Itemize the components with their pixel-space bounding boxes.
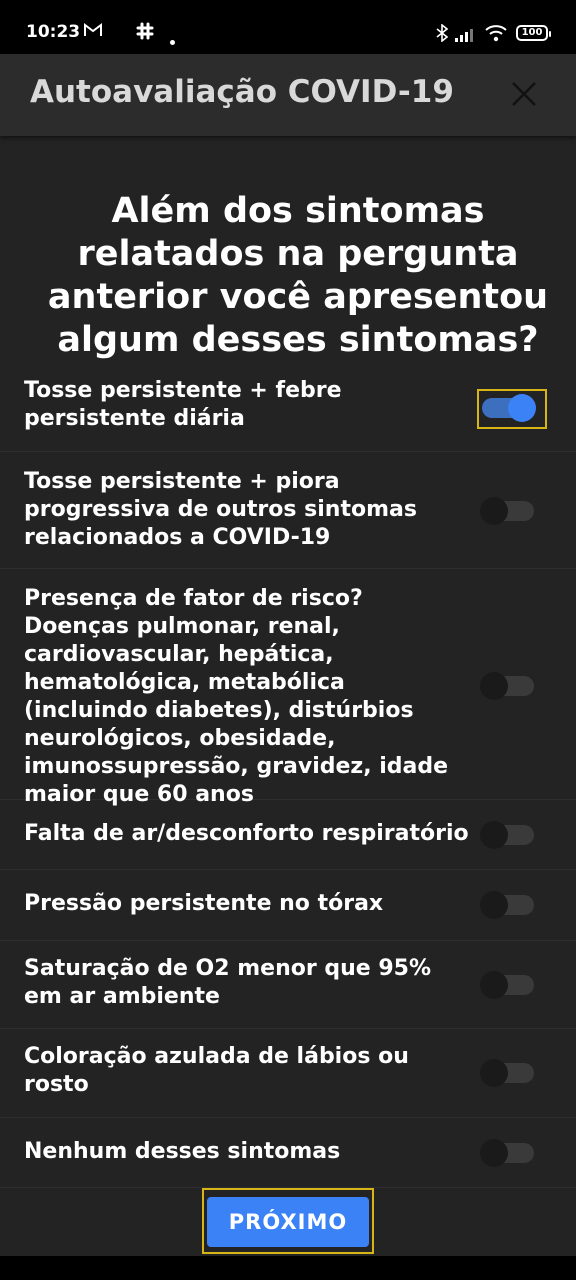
next-button[interactable]: PRÓXIMO	[207, 1197, 369, 1247]
page-title: Autoavaliação COVID-19	[30, 74, 454, 110]
option-label: Nenhum desses sintomas	[24, 1139, 341, 1164]
option-toggle[interactable]	[480, 971, 534, 999]
option-toggle[interactable]	[480, 1139, 534, 1167]
wifi-icon	[484, 24, 508, 46]
signal-icon	[455, 26, 477, 46]
bottom-bar: PRÓXIMO	[0, 1188, 576, 1256]
option-row[interactable]: Pressão persistente no tórax	[0, 870, 576, 941]
option-row[interactable]: Coloração azulada de lábios ou rosto	[0, 1029, 576, 1118]
option-toggle[interactable]	[480, 1059, 534, 1087]
option-toggle[interactable]	[480, 672, 534, 700]
option-row[interactable]: Presença de fator de risco? Doenças pulm…	[0, 569, 576, 807]
app-bar: Autoavaliação COVID-19	[0, 54, 576, 136]
option-row[interactable]: Nenhum desses sintomas	[0, 1118, 576, 1188]
option-toggle[interactable]	[482, 394, 536, 422]
status-bar: 10:23 100	[0, 0, 576, 54]
option-row[interactable]: Tosse persistente + piora progressiva de…	[0, 452, 576, 569]
option-label: Coloração azulada de lábios ou rosto	[24, 1044, 409, 1097]
option-toggle[interactable]	[480, 891, 534, 919]
option-label: Presença de fator de risco? Doenças pulm…	[24, 586, 449, 807]
status-time: 10:23	[26, 22, 81, 42]
option-toggle[interactable]	[480, 821, 534, 849]
option-label: Falta de ar/desconforto respiratório	[24, 821, 469, 846]
navigation-bar	[0, 1256, 576, 1280]
bluetooth-icon	[436, 23, 449, 46]
gmail-icon	[84, 22, 102, 41]
option-row[interactable]: Falta de ar/desconforto respiratório	[0, 800, 576, 870]
option-label: Saturação de O2 menor que 95% em ar ambi…	[24, 956, 431, 1009]
slack-icon	[136, 22, 154, 44]
option-toggle[interactable]	[480, 497, 534, 525]
symptom-list: Tosse persistente + febre persistente di…	[0, 366, 576, 1188]
option-label: Tosse persistente + piora progressiva de…	[24, 469, 417, 550]
option-label: Tosse persistente + febre persistente di…	[24, 378, 342, 431]
option-row[interactable]: Tosse persistente + febre persistente di…	[0, 366, 576, 452]
question-heading: Além dos sintomas relatados na pergunta …	[47, 191, 549, 360]
dot-icon	[170, 30, 175, 49]
close-button[interactable]	[504, 74, 544, 114]
option-row[interactable]: Saturação de O2 menor que 95% em ar ambi…	[0, 941, 576, 1029]
battery-indicator: 100	[516, 25, 551, 41]
close-icon	[512, 82, 536, 106]
option-label: Pressão persistente no tórax	[24, 891, 384, 916]
